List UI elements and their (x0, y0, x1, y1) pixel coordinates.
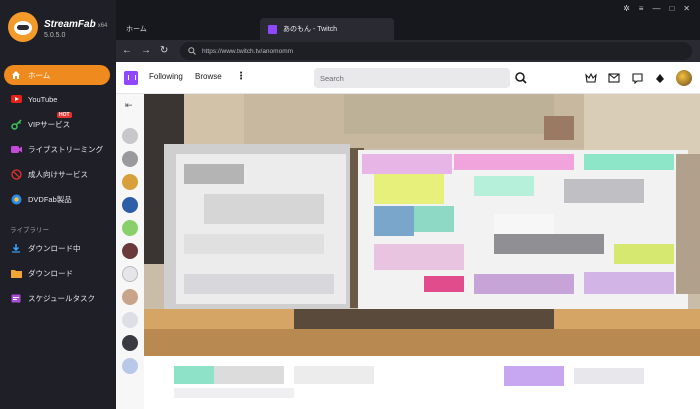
maximize-icon[interactable]: □ (669, 4, 674, 13)
sidebar-item-home[interactable]: ホーム (4, 65, 110, 85)
sidebar-item-youtube[interactable]: YouTube (4, 89, 110, 109)
twitch-favicon-icon (268, 24, 277, 34)
brand: StreamFab x64 5.0.5.0 (8, 10, 107, 44)
following-link[interactable]: Following (149, 72, 183, 81)
streamfab-logo (8, 12, 38, 42)
library-section-label: ライブラリー (10, 227, 49, 234)
youtube-icon (10, 93, 22, 105)
channel-avatar[interactable] (122, 289, 138, 305)
sidebar-item-vip[interactable]: VIPサービス HOT (4, 112, 110, 134)
address-bar: ← → ↻ https://www.twitch.tv/anomomm (116, 40, 700, 62)
followed-channels: ⇤ (116, 94, 144, 409)
folder-icon (10, 267, 22, 279)
sidebar-item-live[interactable]: ライブストリーミング (4, 139, 110, 159)
back-icon[interactable]: ← (122, 44, 132, 58)
url-field[interactable]: https://www.twitch.tv/anomomm (180, 42, 692, 60)
user-avatar[interactable] (676, 70, 692, 86)
channel-avatar[interactable] (122, 128, 138, 144)
sidebar-item-label: VIPサービス (28, 119, 71, 129)
window-controls: ✲ ≡ — □ ✕ (623, 4, 690, 13)
whispers-icon[interactable] (630, 71, 644, 85)
sidebar-item-dvdfab[interactable]: DVDFab製品 (4, 189, 110, 209)
sidebar-item-label: ライブストリーミング (28, 144, 103, 154)
minimize-icon[interactable]: — (652, 4, 660, 13)
search-input[interactable]: Search (314, 68, 510, 88)
streamfab-window: StreamFab x64 5.0.5.0 ホーム YouTube VIPサービス… (0, 0, 700, 409)
dvdfab-icon (10, 193, 22, 205)
tab-twitch[interactable]: あのもん - Twitch (260, 18, 394, 40)
channel-avatar[interactable] (122, 266, 138, 282)
channel-avatar[interactable] (122, 174, 138, 190)
search-icon[interactable] (512, 69, 530, 87)
sidebar-item-schedule[interactable]: スケジュールタスク (4, 288, 110, 308)
sidebar-item-label: ホーム (28, 70, 51, 80)
twitch-header: Following Browse ⋮ Search (116, 62, 700, 94)
bits-icon[interactable] (653, 71, 667, 85)
channel-avatar[interactable] (122, 220, 138, 236)
sidebar-item-label: スケジュールタスク (28, 293, 95, 303)
live-icon (10, 143, 22, 155)
app-name: StreamFab (44, 19, 96, 31)
menu-icon[interactable]: ≡ (639, 4, 644, 13)
sidebar-item-downloaded[interactable]: ダウンロード (4, 263, 110, 283)
url-search-icon (188, 47, 196, 55)
video-player[interactable] (144, 94, 700, 356)
title-bar: ホーム あのもん - Twitch ✲ ≡ — □ ✕ (116, 0, 700, 40)
browse-link[interactable]: Browse (195, 72, 222, 81)
schedule-icon (10, 292, 22, 304)
twitch-logo-icon[interactable] (124, 71, 138, 85)
channel-avatar[interactable] (122, 151, 138, 167)
close-icon[interactable]: ✕ (683, 4, 690, 13)
channel-avatar[interactable] (122, 358, 138, 374)
stream-info-area (144, 356, 700, 409)
app-version: 5.0.5.0 (44, 31, 66, 39)
channel-avatar[interactable] (122, 312, 138, 328)
hot-badge: HOT (57, 112, 72, 118)
sidebar-item-label: 成人向けサービス (28, 169, 88, 179)
inbox-icon[interactable] (607, 71, 621, 85)
tab-title: あのもん - Twitch (283, 26, 338, 33)
adult-icon (10, 168, 22, 180)
theme-icon[interactable]: ✲ (623, 4, 630, 13)
reload-icon[interactable]: ↻ (160, 44, 168, 58)
more-options-icon[interactable]: ⋮ (236, 71, 246, 82)
sidebar-item-label: YouTube (28, 94, 58, 104)
header-actions (584, 70, 692, 86)
sidebar: StreamFab x64 5.0.5.0 ホーム YouTube VIPサービス… (0, 0, 116, 409)
channel-avatar[interactable] (122, 243, 138, 259)
app-arch: x64 (97, 23, 108, 30)
channel-avatar[interactable] (122, 335, 138, 351)
sidebar-item-label: ダウンロード中 (28, 243, 81, 253)
downloading-icon (10, 242, 22, 254)
sidebar-item-downloading[interactable]: ダウンロード中 (4, 238, 110, 258)
key-icon (10, 118, 22, 130)
home-icon (10, 69, 22, 81)
crown-icon[interactable] (584, 71, 598, 85)
channel-avatar[interactable] (122, 197, 138, 213)
forward-icon[interactable]: → (141, 44, 151, 58)
sidebar-item-label: ダウンロード (28, 268, 73, 278)
tab-home[interactable]: ホーム (126, 24, 147, 34)
collapse-icon[interactable]: ⇤ (125, 100, 133, 111)
sidebar-item-adult[interactable]: 成人向けサービス (4, 164, 110, 184)
sidebar-item-label: DVDFab製品 (28, 194, 72, 204)
url-text: https://www.twitch.tv/anomomm (202, 47, 294, 55)
